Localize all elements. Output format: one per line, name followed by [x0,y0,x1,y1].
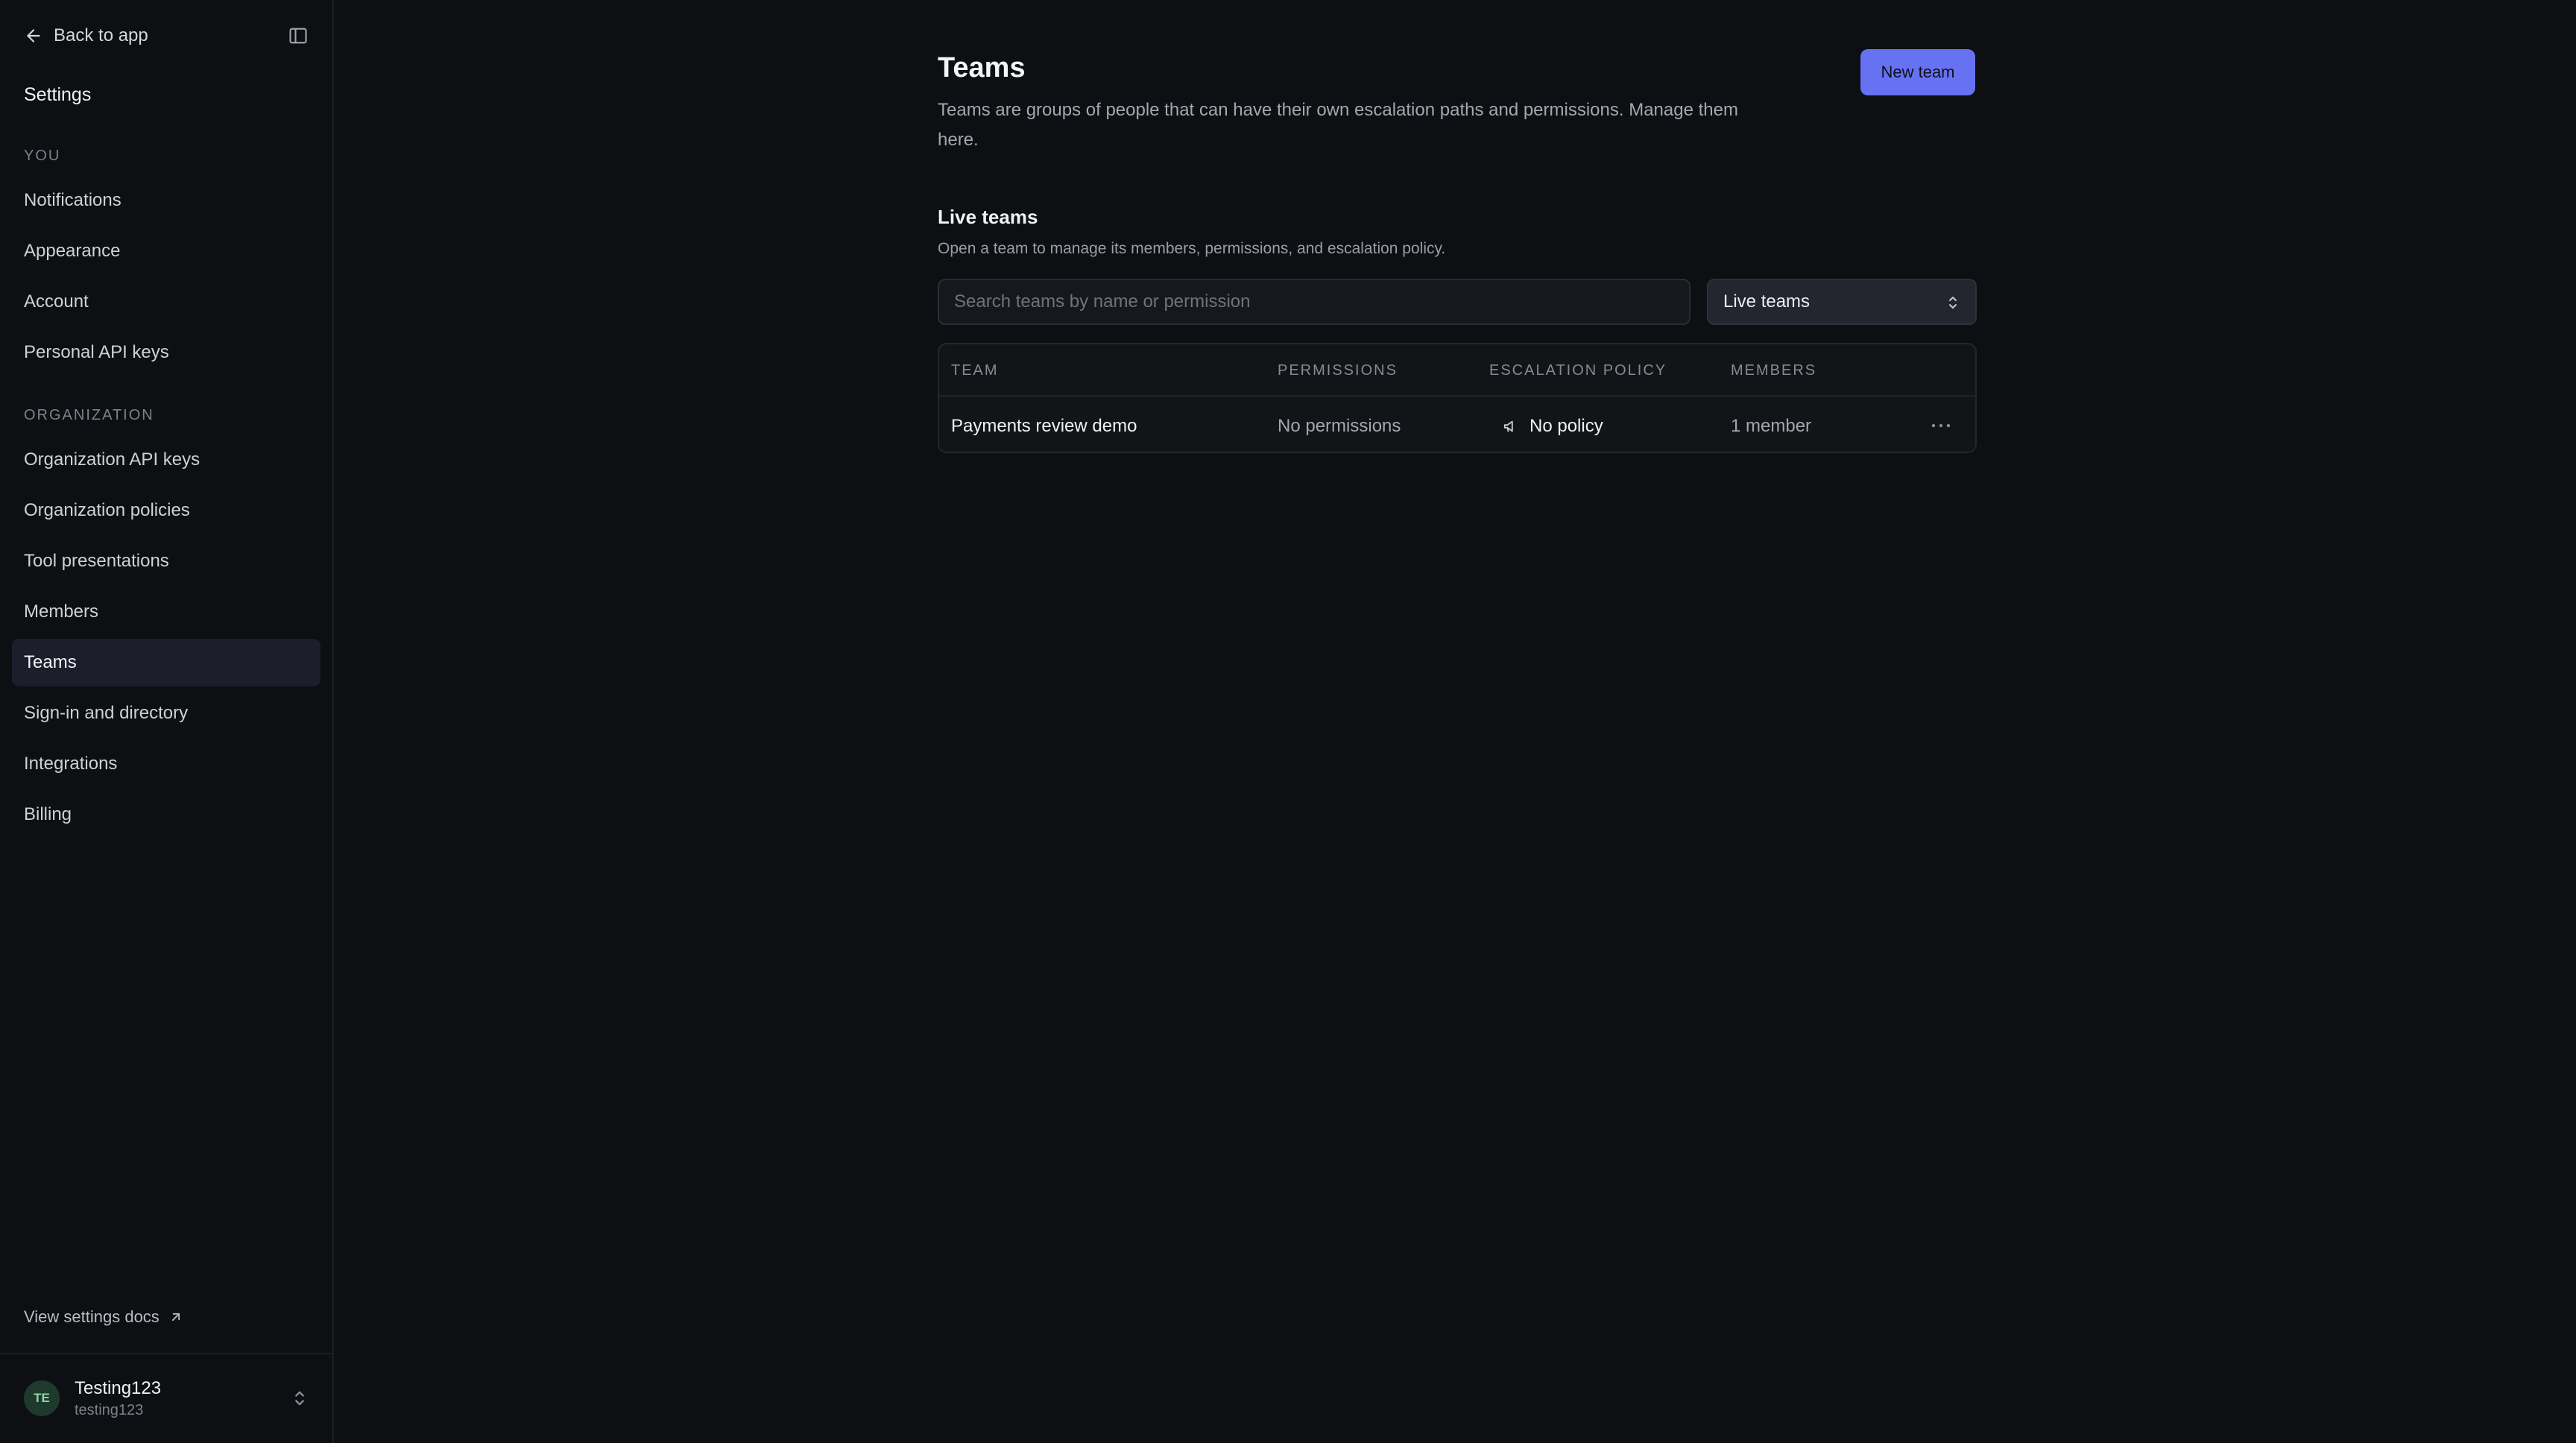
settings-app: Back to app Settings YOU Notifications A… [0,0,2576,1443]
table-header: TEAM PERMISSIONS ESCALATION POLICY MEMBE… [939,344,1975,397]
page-description: Teams are groups of people that can have… [938,100,1738,150]
sidebar-item-members[interactable]: Members [12,588,321,636]
sidebar-item-teams[interactable]: Teams [12,639,321,686]
megaphone-icon [1503,420,1513,432]
sidebar-item-sign-in-and-directory[interactable]: Sign-in and directory [12,689,321,737]
user-handle: testing123 [75,1401,144,1418]
external-link-icon [171,1313,180,1322]
team-name: Payments review demo [951,416,1137,436]
teams-table: TEAM PERMISSIONS ESCALATION POLICY MEMBE… [938,343,1977,453]
back-to-app-label: Back to app [54,25,148,45]
sidebar-item-organization-api-keys[interactable]: Organization API keys [12,436,321,484]
sidebar-item-billing[interactable]: Billing [12,791,321,839]
table-row[interactable]: Payments review demo No permissions No p… [939,398,1975,452]
teams-page: Teams Teams are groups of people that ca… [335,0,2576,1443]
search-input[interactable] [938,279,1690,325]
sidebar-item-appearance[interactable]: Appearance [12,227,321,275]
page-title: Teams [938,52,1026,83]
new-team-button[interactable]: New team [1860,49,1975,95]
chevron-up-down-icon [295,1391,304,1406]
team-status-select[interactable]: Live teams [1707,279,1977,325]
live-teams-description: Open a team to manage its members, permi… [938,240,1446,257]
sidebar-item-tool-presentations[interactable]: Tool presentations [12,537,321,585]
section-label-organization: ORGANIZATION [24,407,154,423]
row-actions-button[interactable] [1928,414,1954,437]
docs-link-label: View settings docs [24,1307,160,1326]
column-header-permissions: PERMISSIONS [1278,362,1398,379]
sidebar-item-personal-api-keys[interactable]: Personal API keys [12,329,321,376]
view-settings-docs-link[interactable]: View settings docs [24,1307,183,1327]
sidebar-toggle-icon [289,28,307,44]
more-horizontal-icon [1931,423,1951,428]
team-members-count: 1 member [1731,416,1812,436]
column-header-team: TEAM [951,362,999,379]
section-label-you: YOU [24,148,61,164]
sidebar-item-organization-policies[interactable]: Organization policies [12,487,321,534]
policy-label: No policy [1530,416,1603,436]
sidebar-title: Settings [24,84,92,105]
column-header-members: MEMBERS [1731,362,1817,379]
column-header-escalation-policy: ESCALATION POLICY [1489,362,1667,379]
user-divider [0,1353,334,1354]
user-name: Testing123 [75,1377,162,1398]
live-teams-title: Live teams [938,206,1038,228]
avatar: TE [24,1380,60,1416]
sidebar-item-integrations[interactable]: Integrations [12,740,321,788]
chevron-up-down-icon [1949,297,1957,309]
sidebar-item-account[interactable]: Account [12,278,321,326]
user-menu[interactable]: TE Testing123 testing123 [24,1377,310,1419]
sidebar-toggle-button[interactable] [286,24,310,48]
settings-sidebar: Back to app Settings YOU Notifications A… [0,0,334,1443]
user-info: Testing123 testing123 [75,1378,161,1419]
arrow-left-icon [27,29,40,42]
team-status-value: Live teams [1723,291,1811,312]
sidebar-header: Back to app [24,21,310,51]
sidebar-item-notifications[interactable]: Notifications [12,177,321,224]
team-escalation-policy: No policy [1503,416,1603,437]
team-permissions: No permissions [1278,416,1401,436]
back-to-app-link[interactable]: Back to app [24,25,148,46]
